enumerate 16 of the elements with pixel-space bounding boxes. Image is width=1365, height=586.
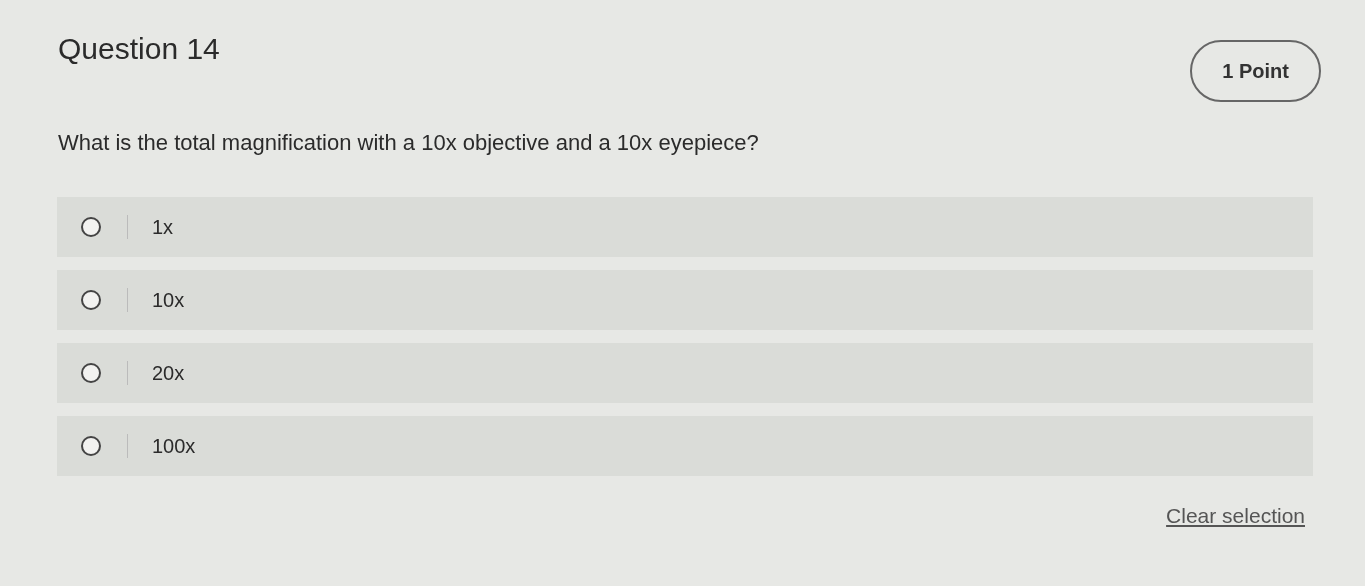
radio-button[interactable]: [81, 290, 101, 310]
clear-selection-link[interactable]: Clear selection: [1166, 500, 1305, 532]
radio-button[interactable]: [81, 217, 101, 237]
option-label: 1x: [152, 215, 174, 240]
answer-option[interactable]: 20x: [57, 343, 1313, 403]
question-title: Question 14: [58, 31, 220, 67]
option-label: 10x: [152, 288, 185, 313]
answer-option[interactable]: 10x: [57, 270, 1313, 330]
radio-button[interactable]: [81, 363, 101, 383]
question-text: What is the total magnification with a 10x objective and a 10x eyepiece?: [58, 130, 759, 155]
option-label: 100x: [152, 434, 196, 459]
answer-option[interactable]: 100x: [57, 416, 1313, 476]
answer-option[interactable]: 1x: [57, 197, 1313, 257]
radio-button[interactable]: [81, 436, 101, 456]
points-badge: 1 Point: [1190, 40, 1321, 102]
option-label: 20x: [152, 361, 185, 386]
